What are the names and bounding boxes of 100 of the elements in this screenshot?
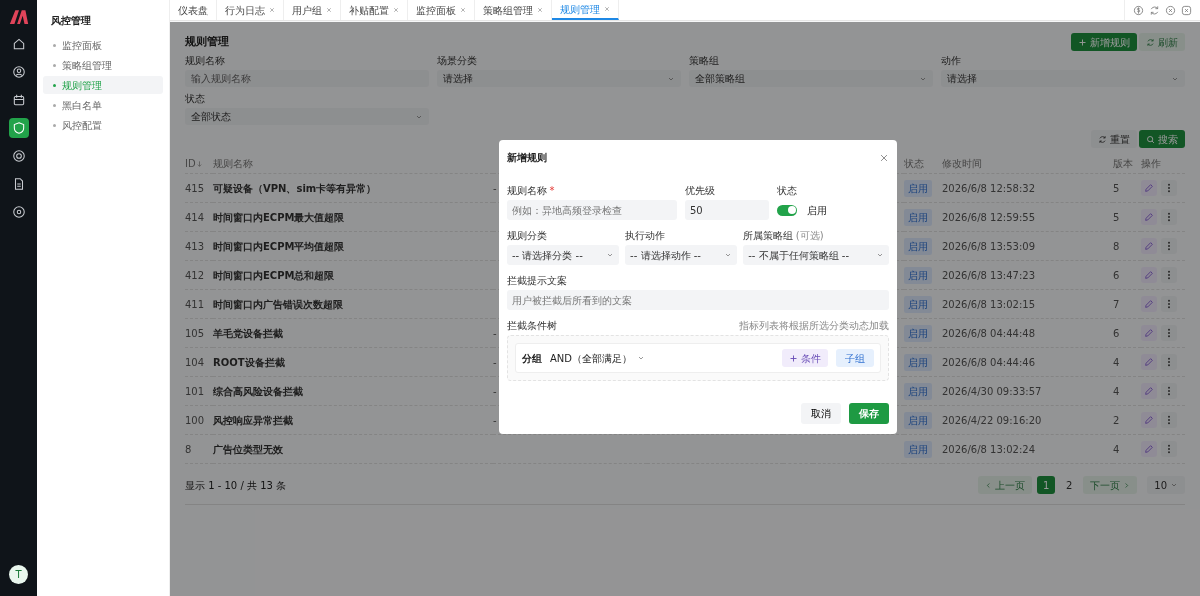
- table-cell-text: 6: [1113, 326, 1120, 341]
- edit-button[interactable]: [1141, 441, 1157, 457]
- table-cell-text: 2026/4/30 09:33:57: [942, 384, 1042, 399]
- edit-button[interactable]: [1141, 209, 1157, 225]
- edit-button[interactable]: [1141, 296, 1157, 312]
- sidebar-item[interactable]: 风控配置: [43, 116, 163, 134]
- required-mark: *: [549, 184, 555, 198]
- table-cell-text: 8: [185, 442, 192, 457]
- more-vertical-icon: [1167, 386, 1171, 396]
- save-button[interactable]: 保存: [849, 403, 889, 424]
- search-icon: [1146, 134, 1155, 144]
- input-field[interactable]: 50: [685, 200, 769, 220]
- table-cell-text: 2026/4/22 09:16:20: [942, 413, 1042, 428]
- edit-button[interactable]: [1141, 383, 1157, 399]
- cancel-button[interactable]: 取消: [801, 403, 841, 424]
- more-button[interactable]: [1161, 296, 1177, 312]
- more-button[interactable]: [1161, 441, 1177, 457]
- table-cell-text: 2026/6/8 12:58:32: [942, 181, 1035, 196]
- edit-button[interactable]: [1141, 354, 1157, 370]
- close-circle-button[interactable]: [1165, 4, 1176, 16]
- table-cell-text: 5: [1113, 181, 1120, 196]
- add-rule-button[interactable]: 新增规则: [1070, 33, 1137, 51]
- refresh-button[interactable]: 刷新: [1139, 33, 1185, 51]
- more-button[interactable]: [1161, 209, 1177, 225]
- close-square-button[interactable]: [1181, 4, 1192, 16]
- status-tag: 启用: [904, 237, 932, 255]
- add-subgroup-button[interactable]: 子组: [836, 349, 874, 367]
- more-button[interactable]: [1161, 180, 1177, 196]
- next-page-button[interactable]: 下一页: [1083, 476, 1138, 494]
- sidebar-item[interactable]: 规则管理: [43, 76, 163, 94]
- more-button[interactable]: [1161, 325, 1177, 341]
- tab[interactable]: 仪表盘: [170, 0, 217, 20]
- optional-note: (可选): [795, 229, 824, 243]
- close-button[interactable]: [879, 152, 889, 163]
- sidebar-title: 风控管理: [50, 14, 92, 28]
- nav-rail-button[interactable]: [8, 118, 29, 138]
- table-cell-text: 综合高风险设备拦截: [213, 384, 303, 399]
- input-field[interactable]: 输入规则名称: [185, 70, 429, 87]
- field-label: 优先级: [685, 184, 715, 198]
- filter-label: 动作: [941, 54, 962, 68]
- table-cell-text: 412: [185, 268, 205, 283]
- tab[interactable]: 监控面板: [408, 0, 475, 20]
- table-cell-text: 5: [1113, 210, 1120, 225]
- page-size-select[interactable]: 10: [1147, 476, 1185, 494]
- aperture-icon: [11, 149, 26, 163]
- calendar-icon: [11, 93, 26, 107]
- status-tag: 启用: [904, 411, 932, 429]
- logic-select[interactable]: AND（全部满足）: [550, 350, 646, 366]
- table-cell-text: 414: [185, 210, 205, 225]
- input-field[interactable]: 用户被拦截后所看到的文案: [507, 290, 889, 310]
- page-button[interactable]: 1: [1037, 476, 1056, 494]
- toggle-label: 启用: [807, 203, 827, 218]
- edit-button[interactable]: [1141, 325, 1157, 341]
- page-button[interactable]: 2: [1060, 476, 1079, 494]
- more-button[interactable]: [1161, 383, 1177, 399]
- table-cell-text: ROOT设备拦截: [213, 355, 285, 370]
- field-label: 拦截条件树: [507, 319, 557, 333]
- column-header: 状态: [904, 157, 924, 171]
- select-field[interactable]: 请选择: [941, 70, 1185, 87]
- more-button[interactable]: [1161, 354, 1177, 370]
- select-field[interactable]: -- 请选择动作 --: [625, 245, 738, 265]
- select-field[interactable]: -- 请选择分类 --: [507, 245, 620, 265]
- select-field[interactable]: 全部策略组: [689, 70, 933, 87]
- hint-text: 指标列表将根据所选分类动态加载: [739, 319, 889, 333]
- edit-button[interactable]: [1141, 267, 1157, 283]
- refresh-icon: [1149, 4, 1160, 16]
- sidebar-item[interactable]: 黑白名单: [43, 96, 163, 114]
- sidebar-item[interactable]: 监控面板: [43, 36, 163, 54]
- search-button[interactable]: 搜索: [1139, 130, 1185, 148]
- table-cell-text: 415: [185, 181, 205, 196]
- table-cell-text: 广告位类型无效: [213, 442, 283, 457]
- select-field[interactable]: 请选择: [437, 70, 681, 87]
- select-field[interactable]: 全部状态: [185, 108, 429, 125]
- column-header: ID: [185, 157, 196, 171]
- filter-label: 规则名称: [185, 54, 226, 68]
- tab[interactable]: 用户组: [284, 0, 341, 20]
- tab[interactable]: 补贴配置: [341, 0, 408, 20]
- more-button[interactable]: [1161, 238, 1177, 254]
- dollar-circle-button[interactable]: [1133, 4, 1144, 16]
- edit-button[interactable]: [1141, 238, 1157, 254]
- sidebar-item[interactable]: 策略组管理: [43, 56, 163, 74]
- edit-button[interactable]: [1141, 180, 1157, 196]
- more-button[interactable]: [1161, 267, 1177, 283]
- table-cell-text: -: [493, 326, 497, 341]
- table-cell-text: 104: [185, 355, 205, 370]
- tab[interactable]: 策略组管理: [475, 0, 552, 20]
- edit-button[interactable]: [1141, 412, 1157, 428]
- chevron-right-icon: [1123, 481, 1131, 489]
- more-button[interactable]: [1161, 412, 1177, 428]
- select-field[interactable]: -- 不属于任何策略组 --: [743, 245, 889, 265]
- input-field[interactable]: 例如：异地高频登录检查: [507, 200, 677, 220]
- refresh-button[interactable]: [1149, 4, 1160, 16]
- avatar[interactable]: T: [9, 565, 28, 584]
- field-label: 规则名称: [507, 184, 547, 198]
- add-condition-button[interactable]: 条件: [782, 349, 828, 367]
- tab[interactable]: 行为日志: [217, 0, 284, 20]
- previous-page-button[interactable]: 上一页: [978, 476, 1033, 494]
- reset-button[interactable]: 重置: [1090, 130, 1137, 148]
- toggle-switch[interactable]: [777, 204, 797, 216]
- table-cell-text: 时间窗口内ECPM总和超限: [213, 268, 335, 283]
